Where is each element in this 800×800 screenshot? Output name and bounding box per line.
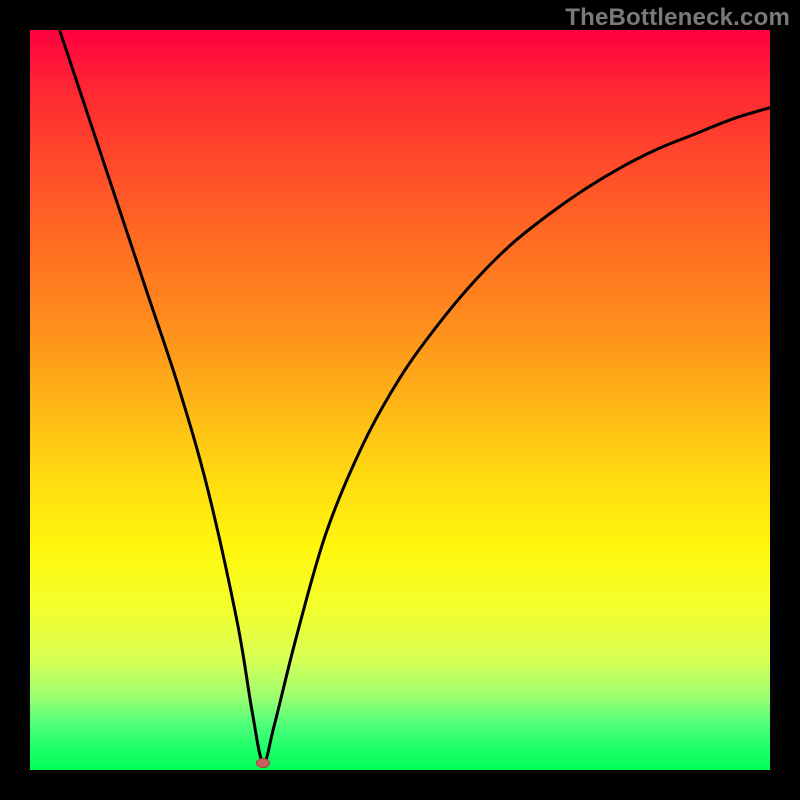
bottleneck-curve-path bbox=[60, 30, 770, 763]
watermark-text: TheBottleneck.com bbox=[565, 4, 790, 32]
chart-frame: TheBottleneck.com bbox=[0, 0, 800, 800]
optimum-marker bbox=[256, 758, 270, 768]
curve-svg bbox=[30, 30, 770, 770]
plot-area bbox=[30, 30, 770, 770]
